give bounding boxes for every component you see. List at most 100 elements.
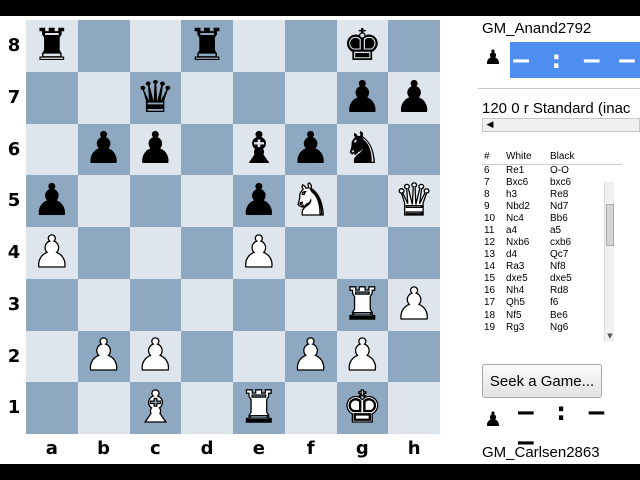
white-move[interactable]: h3 [504,189,548,201]
square-e2[interactable] [233,330,285,383]
square-c8[interactable] [129,20,182,72]
black-pawn-icon[interactable]: ♟ [394,75,433,120]
square-b5[interactable] [77,175,130,227]
white-move[interactable]: d4 [504,249,548,261]
square-h8[interactable] [388,20,440,72]
move-row[interactable]: 19 Rg3 Ng6 [482,322,622,334]
square-f7[interactable] [284,71,337,124]
white-king-icon[interactable]: ♚ [342,385,383,430]
black-rook-icon[interactable]: ♜ [32,23,71,68]
move-list-scrollbar[interactable]: ▼ [604,182,614,342]
move-row[interactable]: 18 Nf5 Be6 [482,310,622,322]
square-f3[interactable] [284,278,337,331]
move-row[interactable]: 14 Ra3 Nf8 [482,261,622,273]
square-c6[interactable]: ♟ [129,123,182,176]
white-rook-icon[interactable]: ♜ [238,385,279,430]
square-d4[interactable] [181,227,233,279]
square-d6[interactable] [181,123,233,176]
square-a2[interactable] [26,330,78,383]
white-move[interactable]: a4 [504,225,548,237]
square-c7[interactable]: ♛ [129,71,182,124]
move-row[interactable]: 17 Qh5 f6 [482,297,622,309]
white-queen-icon[interactable]: ♛ [394,178,435,223]
white-move[interactable]: Rg3 [504,322,548,334]
white-pawn-icon[interactable]: ♟ [290,333,331,378]
black-king-icon[interactable]: ♚ [343,23,382,68]
square-h3[interactable]: ♟ [388,278,440,331]
move-row[interactable]: 10 Nc4 Bb6 [482,213,622,225]
scroll-left-icon[interactable]: ◀ [483,119,497,131]
move-row[interactable]: 13 d4 Qc7 [482,249,622,261]
seek-game-button[interactable]: Seek a Game... [482,364,602,398]
white-knight-icon[interactable]: ♞ [290,178,331,223]
square-e6[interactable]: ♝ [233,123,285,176]
square-d5[interactable] [181,175,233,227]
square-g8[interactable]: ♚ [336,20,389,72]
white-move[interactable]: Ra3 [504,261,548,273]
square-h4[interactable] [388,227,440,279]
square-g5[interactable] [336,175,389,227]
white-bishop-icon[interactable]: ♝ [135,385,176,430]
square-e7[interactable] [233,71,285,124]
black-pawn-icon[interactable]: ♟ [343,75,382,120]
white-move[interactable]: Nxb6 [504,237,548,249]
square-b1[interactable] [77,382,130,434]
black-pawn-icon[interactable]: ♟ [291,127,330,171]
square-b8[interactable] [77,20,130,72]
square-b7[interactable] [77,71,130,124]
move-row[interactable]: 9 Nbd2 Nd7 [482,201,622,213]
white-move[interactable]: Re1 [504,164,548,177]
white-pawn-icon[interactable]: ♟ [31,230,72,275]
white-rook-icon[interactable]: ♜ [342,281,383,326]
square-c3[interactable] [129,278,182,331]
square-e4[interactable]: ♟ [233,227,285,279]
square-f6[interactable]: ♟ [284,123,337,176]
white-pawn-icon[interactable]: ♟ [83,333,124,378]
square-b6[interactable]: ♟ [77,123,130,176]
white-pawn-icon[interactable]: ♟ [342,333,383,378]
square-d3[interactable] [181,278,233,331]
square-h2[interactable] [388,330,440,383]
square-c4[interactable] [129,227,182,279]
square-f8[interactable] [284,20,337,72]
square-e1[interactable]: ♜ [233,382,285,434]
move-row[interactable]: 12 Nxb6 cxb6 [482,237,622,249]
horizontal-scrollbar[interactable]: ◀ [482,118,640,132]
square-a4[interactable]: ♟ [26,227,78,279]
black-pawn-icon[interactable]: ♟ [32,179,71,223]
white-pawn-icon[interactable]: ♟ [394,281,435,326]
white-move[interactable]: Nc4 [504,213,548,225]
move-row[interactable]: 11 a4 a5 [482,225,622,237]
square-a7[interactable] [26,71,78,124]
square-a6[interactable] [26,123,78,176]
black-knight-icon[interactable]: ♞ [343,127,382,171]
scrollbar-thumb[interactable] [606,204,614,246]
square-a8[interactable]: ♜ [26,20,78,72]
white-move[interactable]: Qh5 [504,297,548,309]
chess-board[interactable]: ♜ ♜ ♚ ♛ ♟ ♟ ♟ ♟ ♝ ♟ ♞ ♟ ♟ ♞ ♛ ♟ ♟ ♜ ♟ ♟ ♟ ♟ ♟ ♝ ♜ ♚ [26,20,440,434]
black-queen-icon[interactable]: ♛ [136,75,175,120]
square-c5[interactable] [129,175,182,227]
black-pawn-icon[interactable]: ♟ [136,127,175,171]
square-c1[interactable]: ♝ [129,382,182,434]
square-a1[interactable] [26,382,78,434]
move-row[interactable]: 16 Nh4 Rd8 [482,285,622,297]
move-row[interactable]: 6 Re1 O-O [482,164,622,177]
black-bishop-icon[interactable]: ♝ [239,127,278,171]
white-move[interactable]: dxe5 [504,273,548,285]
move-row[interactable]: 7 Bxc6 bxc6 [482,177,622,189]
white-pawn-icon[interactable]: ♟ [238,230,279,275]
square-f1[interactable] [284,382,337,434]
square-f4[interactable] [284,227,337,279]
square-d2[interactable] [181,330,233,383]
black-move[interactable]: O-O [548,164,622,177]
black-pawn-icon[interactable]: ♟ [84,127,123,171]
square-b2[interactable]: ♟ [77,330,130,383]
square-e8[interactable] [233,20,285,72]
square-h5[interactable]: ♛ [388,175,440,227]
square-d8[interactable]: ♜ [181,20,233,72]
square-d1[interactable] [181,382,233,434]
square-a5[interactable]: ♟ [26,175,78,227]
square-g2[interactable]: ♟ [336,330,389,383]
black-rook-icon[interactable]: ♜ [187,23,226,68]
